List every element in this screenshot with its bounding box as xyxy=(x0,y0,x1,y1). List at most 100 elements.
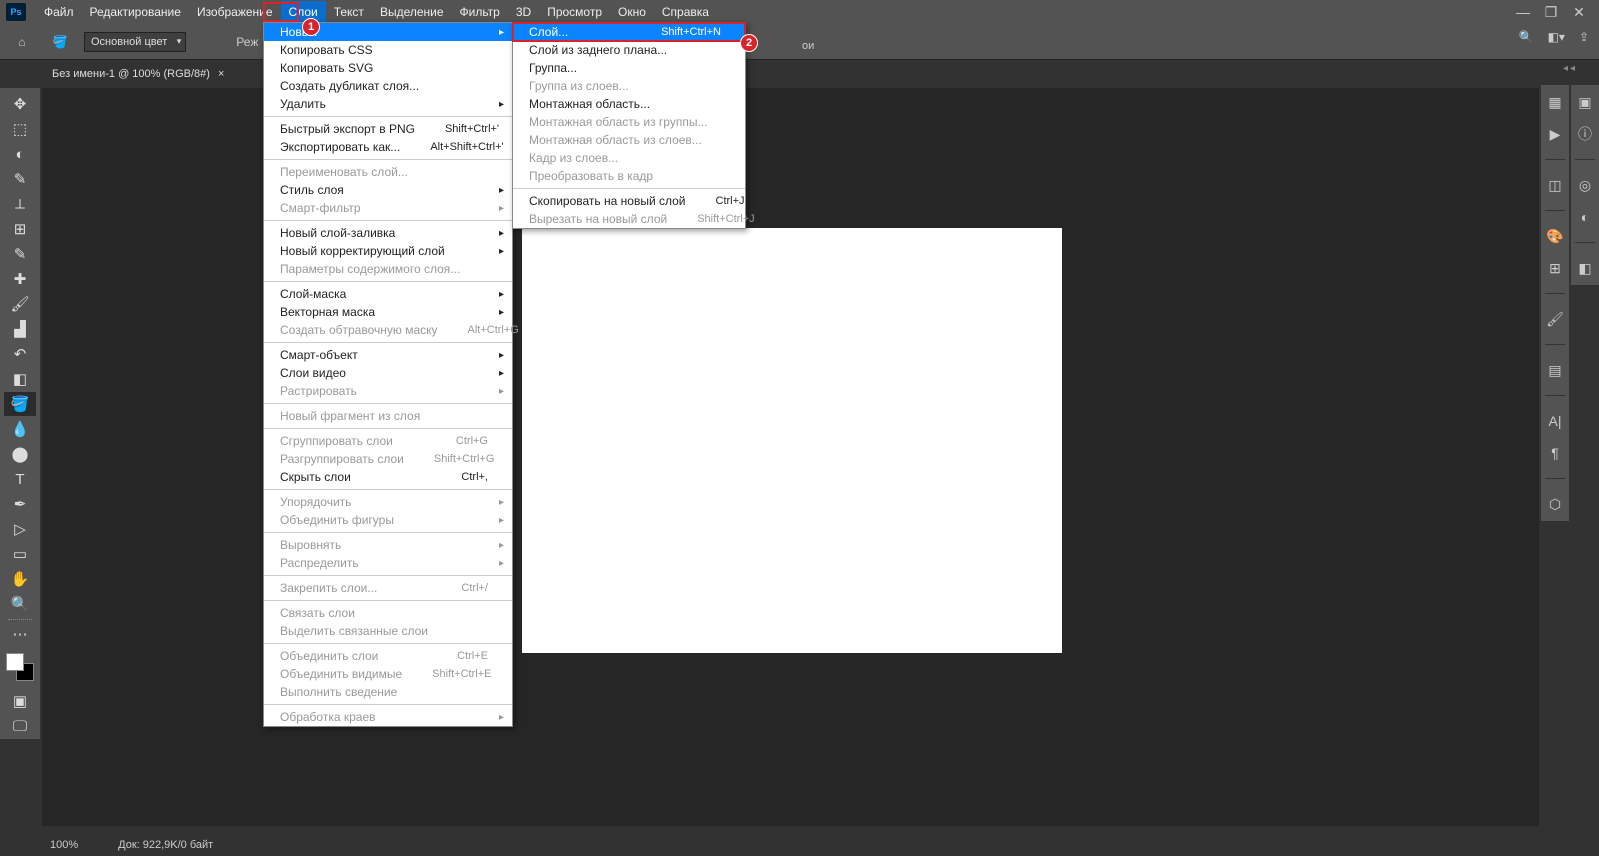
menu-item-label: Создать дубликат слоя... xyxy=(280,79,419,93)
menu-item-shortcut: Shift+Ctrl+E xyxy=(432,668,491,680)
menu-item[interactable]: Группа... xyxy=(513,59,745,77)
color-panel-icon[interactable]: ▦ xyxy=(1544,91,1566,113)
quick-select-tool[interactable]: ✎ xyxy=(4,167,36,191)
brush-tool[interactable]: 🖌 xyxy=(4,292,36,316)
menu-item: Связать слои xyxy=(264,604,512,622)
menu-item[interactable]: Новый корректирующий слой xyxy=(264,242,512,260)
menu-item[interactable]: Новый слой-заливка xyxy=(264,224,512,242)
document-tab[interactable]: Без имени-1 @ 100% (RGB/8#) × xyxy=(42,63,234,85)
path-select-tool[interactable]: ▷ xyxy=(4,517,36,541)
menu-item[interactable]: Слои видео xyxy=(264,364,512,382)
screen-mode-icon[interactable]: 🖵 xyxy=(4,714,36,738)
menu-item-label: Сгруппировать слои xyxy=(280,434,393,448)
fill-mode-dropdown[interactable]: Основной цвет xyxy=(84,32,186,52)
home-icon[interactable]: ⌂ xyxy=(8,30,36,54)
menu-item[interactable]: Монтажная область... xyxy=(513,95,745,113)
layers-new-submenu: Слой...Shift+Ctrl+NСлой из заднего плана… xyxy=(512,22,746,229)
info-icon[interactable]: ⓘ xyxy=(1574,123,1596,145)
menu-item[interactable]: Стиль слоя xyxy=(264,181,512,199)
menu-item-label: Переименовать слой... xyxy=(280,165,408,179)
marquee-tool[interactable]: ⬚ xyxy=(4,117,36,141)
tab-close-icon[interactable]: × xyxy=(218,68,224,80)
menu-item-label: Стиль слоя xyxy=(280,183,344,197)
menu-item[interactable]: Копировать CSS xyxy=(264,41,512,59)
move-tool[interactable]: ✥ xyxy=(4,92,36,116)
pen-tool[interactable]: ✒ xyxy=(4,492,36,516)
menu-separator xyxy=(264,575,512,576)
rectangle-tool[interactable]: ▭ xyxy=(4,542,36,566)
foreground-color-swatch[interactable] xyxy=(6,653,24,671)
share-icon[interactable]: ⇪ xyxy=(1579,30,1589,44)
healing-brush-tool[interactable]: ✚ xyxy=(4,267,36,291)
menu-item[interactable]: Создать дубликат слоя... xyxy=(264,77,512,95)
menu-item[interactable]: Слой...Shift+Ctrl+N xyxy=(513,23,745,41)
menu-item: Создать обтравочную маскуAlt+Ctrl+G xyxy=(264,321,512,339)
layers-panel-icon[interactable]: ▤ xyxy=(1544,359,1566,381)
blur-tool[interactable]: 💧 xyxy=(4,417,36,441)
menu-item[interactable]: Слой из заднего плана... xyxy=(513,41,745,59)
paint-bucket-tool[interactable]: 🪣 xyxy=(4,392,36,416)
adjustments-icon[interactable]: ◐ xyxy=(1574,206,1596,228)
menu-image[interactable]: Изображение xyxy=(189,1,281,23)
dodge-tool[interactable]: ⬤ xyxy=(4,442,36,466)
frame-tool[interactable]: ⊞ xyxy=(4,217,36,241)
document-size[interactable]: Док: 922,9K/0 байт xyxy=(118,839,213,851)
menu-3d[interactable]: 3D xyxy=(508,1,539,23)
clone-stamp-tool[interactable]: ▟ xyxy=(4,317,36,341)
menu-separator xyxy=(264,704,512,705)
menu-item[interactable]: Удалить xyxy=(264,95,512,113)
brush-settings-icon[interactable]: 🖌 xyxy=(1544,308,1566,330)
menu-item[interactable]: Быстрый экспорт в PNGShift+Ctrl+' xyxy=(264,120,512,138)
search-icon[interactable]: 🔍 xyxy=(1519,30,1534,44)
lasso-tool[interactable]: ◐ xyxy=(4,142,36,166)
libraries-icon[interactable]: ◫ xyxy=(1544,174,1566,196)
menu-view[interactable]: Просмотр xyxy=(539,1,610,23)
character-panel-icon[interactable]: A| xyxy=(1544,410,1566,432)
menu-item[interactable]: Скопировать на новый слойCtrl+J xyxy=(513,192,745,210)
menu-item: Монтажная область из слоев... xyxy=(513,131,745,149)
menu-edit[interactable]: Редактирование xyxy=(82,1,189,23)
menu-item[interactable]: Экспортировать как...Alt+Shift+Ctrl+' xyxy=(264,138,512,156)
cc-icon[interactable]: ◎ xyxy=(1574,174,1596,196)
menu-item-shortcut: Ctrl+J xyxy=(716,195,745,207)
menu-help[interactable]: Справка xyxy=(654,1,717,23)
menu-item[interactable]: Смарт-объект xyxy=(264,346,512,364)
workspace-icon[interactable]: ◧▾ xyxy=(1548,30,1565,44)
eraser-tool[interactable]: ◧ xyxy=(4,367,36,391)
grid-icon[interactable]: ⊞ xyxy=(1544,257,1566,279)
history-icon[interactable]: ▣ xyxy=(1574,91,1596,113)
menu-item[interactable]: Слой-маска xyxy=(264,285,512,303)
panel-collapse-handle[interactable]: ◂◂ xyxy=(1563,63,1577,74)
type-tool[interactable]: T xyxy=(4,467,36,491)
properties-icon[interactable]: ◧ xyxy=(1574,257,1596,279)
3d-panel-icon[interactable]: ⬡ xyxy=(1544,493,1566,515)
restore-icon[interactable]: ❐ xyxy=(1541,4,1561,20)
menu-type[interactable]: Текст xyxy=(326,1,372,23)
menu-item[interactable]: Векторная маска xyxy=(264,303,512,321)
menu-window[interactable]: Окно xyxy=(610,1,654,23)
paragraph-panel-icon[interactable]: ¶ xyxy=(1544,442,1566,464)
menu-filter[interactable]: Фильтр xyxy=(452,1,508,23)
document-canvas[interactable] xyxy=(522,228,1062,653)
swatches-panel-icon[interactable]: 🎨 xyxy=(1544,225,1566,247)
menu-file[interactable]: Файл xyxy=(36,1,82,23)
menu-item[interactable]: Скрыть слоиCtrl+, xyxy=(264,468,512,486)
menu-item: Обработка краев xyxy=(264,708,512,726)
color-swatches[interactable] xyxy=(6,653,34,681)
edit-toolbar-icon[interactable]: ⋯ xyxy=(4,622,36,646)
eyedropper-tool[interactable]: ✎ xyxy=(4,242,36,266)
crop-tool[interactable]: ⟂ xyxy=(4,192,36,216)
minimize-icon[interactable]: — xyxy=(1513,4,1533,20)
menu-item-label: Разгруппировать слои xyxy=(280,452,404,466)
menu-layers[interactable]: Слои xyxy=(281,1,326,23)
zoom-tool[interactable]: 🔍 xyxy=(4,592,36,616)
hand-tool[interactable]: ✋ xyxy=(4,567,36,591)
zoom-level[interactable]: 100% xyxy=(50,839,78,851)
close-icon[interactable]: ✕ xyxy=(1569,4,1589,20)
play-icon[interactable]: ▶ xyxy=(1544,123,1566,145)
menu-item[interactable]: Копировать SVG xyxy=(264,59,512,77)
history-brush-tool[interactable]: ↶ xyxy=(4,342,36,366)
paint-bucket-icon[interactable]: 🪣 xyxy=(46,30,74,54)
menu-select[interactable]: Выделение xyxy=(372,1,452,23)
quick-mask-icon[interactable]: ▣ xyxy=(4,689,36,713)
